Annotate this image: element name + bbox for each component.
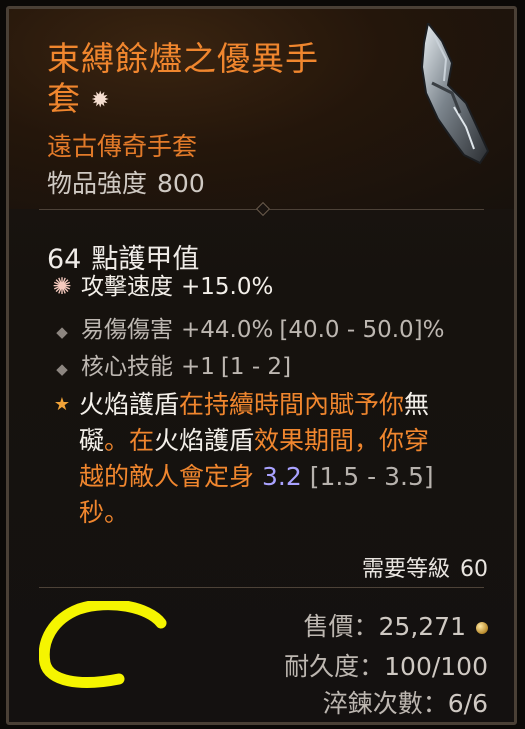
gold-coin-icon <box>476 622 488 634</box>
item-name-line2: 套 <box>47 79 81 118</box>
durability: 耐久度：100/100 <box>284 647 488 683</box>
legendary-aspect: ★ 火焰護盾在持續時間內賦予你無 礙。在火焰護盾效果期間，你穿 越的敵人會定身 3.… <box>51 387 501 531</box>
durability-value: 100/100 <box>384 652 488 681</box>
temper-count-value: 6/6 <box>447 689 488 718</box>
section-divider <box>39 201 484 217</box>
pink-star-bullet-icon: ✺ <box>52 274 72 300</box>
level-requirement-value: 60 <box>460 557 488 582</box>
durability-label: 耐久度： <box>284 652 385 681</box>
temper-count: 淬鍊次數：6/6 <box>323 684 488 720</box>
aspect-value: 3.2 <box>261 462 302 491</box>
affix-range: [1 - 2] <box>220 354 292 380</box>
item-rarity: 遠古傳奇手套 <box>47 132 198 161</box>
section-divider <box>39 587 484 588</box>
legendary-star-icon: ★ <box>53 394 71 415</box>
affix-value: +15.0% <box>181 274 274 300</box>
affix-value: +1 <box>181 354 215 380</box>
sell-price-value: 25,271 <box>378 612 466 641</box>
sell-price-label: 售價： <box>303 612 379 641</box>
item-power-label: 物品強度 <box>47 169 148 198</box>
aspect-range: [1.5 - 3.5] <box>309 462 434 491</box>
item-name: 束縛餘燼之優異手 套 ✹ <box>47 39 377 121</box>
temper-count-label: 淬鍊次數： <box>322 689 448 718</box>
item-power: 物品強度 800 <box>47 164 205 200</box>
affix-row: ◆ 核心技能 +1 [1 - 2] <box>51 350 291 386</box>
affix-range: [40.0 - 50.0]% <box>279 317 445 343</box>
sell-price: 售價：25,271 <box>303 607 488 643</box>
affix-row: ◆ 易傷傷害 +44.0% [40.0 - 50.0]% <box>51 313 445 349</box>
level-requirement: 需要等級 60 <box>362 551 488 583</box>
affix-value: +44.0% <box>181 317 274 343</box>
affix-name: 易傷傷害 <box>81 317 173 343</box>
aspect-text: 火焰護盾在持續時間內賦予你無 礙。在火焰護盾效果期間，你穿 越的敵人會定身 3.2 … <box>79 390 434 527</box>
item-tooltip: 束縛餘燼之優異手 套 ✹ 遠古傳奇手套 物品強度 800 64 點護甲值 ✺ 攻擊速度 +… <box>6 6 517 725</box>
item-power-value: 800 <box>157 169 205 198</box>
diamond-bullet-icon: ◆ <box>56 360 68 378</box>
mastery-star-icon: ✹ <box>91 87 111 113</box>
affix-row: ✺ 攻擊速度 +15.0% <box>51 270 273 304</box>
affix-name: 攻擊速度 <box>81 274 173 300</box>
gauntlet-icon <box>420 23 490 165</box>
level-requirement-label: 需要等級 <box>361 557 450 582</box>
diamond-bullet-icon: ◆ <box>56 323 68 341</box>
affix-name: 核心技能 <box>81 354 173 380</box>
yellow-marker-scribble <box>39 601 167 688</box>
item-name-line1: 束縛餘燼之優異手 <box>47 39 319 78</box>
